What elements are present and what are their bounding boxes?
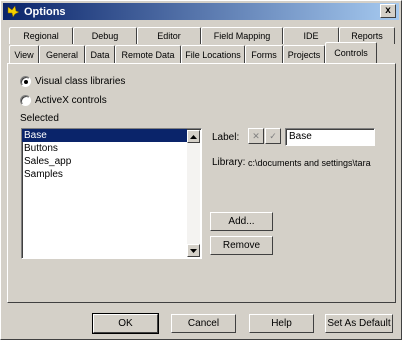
radio-visual-label: Visual class libraries xyxy=(35,76,126,87)
tab-field-mapping[interactable]: Field Mapping xyxy=(201,27,283,44)
scroll-down-button[interactable] xyxy=(187,244,200,257)
tab-file-locations[interactable]: File Locations xyxy=(181,45,245,63)
radio-button-checked[interactable] xyxy=(20,76,31,87)
tab-view[interactable]: View xyxy=(9,45,39,63)
arrow-down-icon xyxy=(190,248,197,253)
label-field-label: Label: xyxy=(212,132,240,143)
remove-button[interactable]: Remove xyxy=(210,236,273,255)
tab-debug[interactable]: Debug xyxy=(73,27,137,44)
controls-panel: Visual class libraries ActiveX controls … xyxy=(7,63,396,303)
radio-button-unchecked[interactable] xyxy=(20,95,31,106)
scroll-up-button[interactable] xyxy=(187,130,200,143)
tab-regional[interactable]: Regional xyxy=(9,27,73,44)
tab-data[interactable]: Data xyxy=(85,45,115,63)
foxpro-fox-icon xyxy=(6,5,20,19)
ok-button[interactable]: OK xyxy=(92,313,159,334)
help-button[interactable]: Help xyxy=(249,314,314,333)
list-item[interactable]: Sales_app xyxy=(22,155,187,168)
radio-activex-controls[interactable]: ActiveX controls xyxy=(20,95,107,106)
vertical-scrollbar[interactable] xyxy=(187,130,200,257)
set-as-default-button[interactable]: Set As Default xyxy=(325,314,393,333)
window-title: Options xyxy=(24,5,66,18)
library-field-label: Library: xyxy=(212,157,246,168)
library-path-value: c:\documents and settings\tara xyxy=(248,158,371,168)
tab-projects[interactable]: Projects xyxy=(283,45,325,63)
tab-general[interactable]: General xyxy=(39,45,85,63)
title-bar[interactable]: Options x xyxy=(3,3,399,20)
arrow-up-icon xyxy=(190,134,197,139)
cancel-x-icon[interactable]: ✕ xyxy=(248,128,264,144)
tab-row-front: View General Data Remote Data File Locat… xyxy=(9,42,377,63)
list-item[interactable]: Buttons xyxy=(22,142,187,155)
add-button[interactable]: Add... xyxy=(210,212,273,231)
cancel-button[interactable]: Cancel xyxy=(171,314,236,333)
selected-listbox[interactable]: Base Buttons Sales_app Samples xyxy=(21,128,202,259)
tab-remote-data[interactable]: Remote Data xyxy=(115,45,181,63)
tab-controls[interactable]: Controls xyxy=(325,42,377,63)
tab-forms[interactable]: Forms xyxy=(245,45,283,63)
radio-visual-class-libraries[interactable]: Visual class libraries xyxy=(20,76,125,87)
confirm-check-icon[interactable]: ✓ xyxy=(265,128,281,144)
close-button[interactable]: x xyxy=(380,4,396,18)
options-dialog: Options x Regional Debug Editor Field Ma… xyxy=(0,0,402,340)
selected-label: Selected xyxy=(20,113,59,124)
list-item[interactable]: Base xyxy=(22,129,187,142)
radio-activex-label: ActiveX controls xyxy=(35,95,107,106)
label-input[interactable]: Base xyxy=(285,128,375,146)
list-item[interactable]: Samples xyxy=(22,168,187,181)
tab-editor[interactable]: Editor xyxy=(137,27,201,44)
